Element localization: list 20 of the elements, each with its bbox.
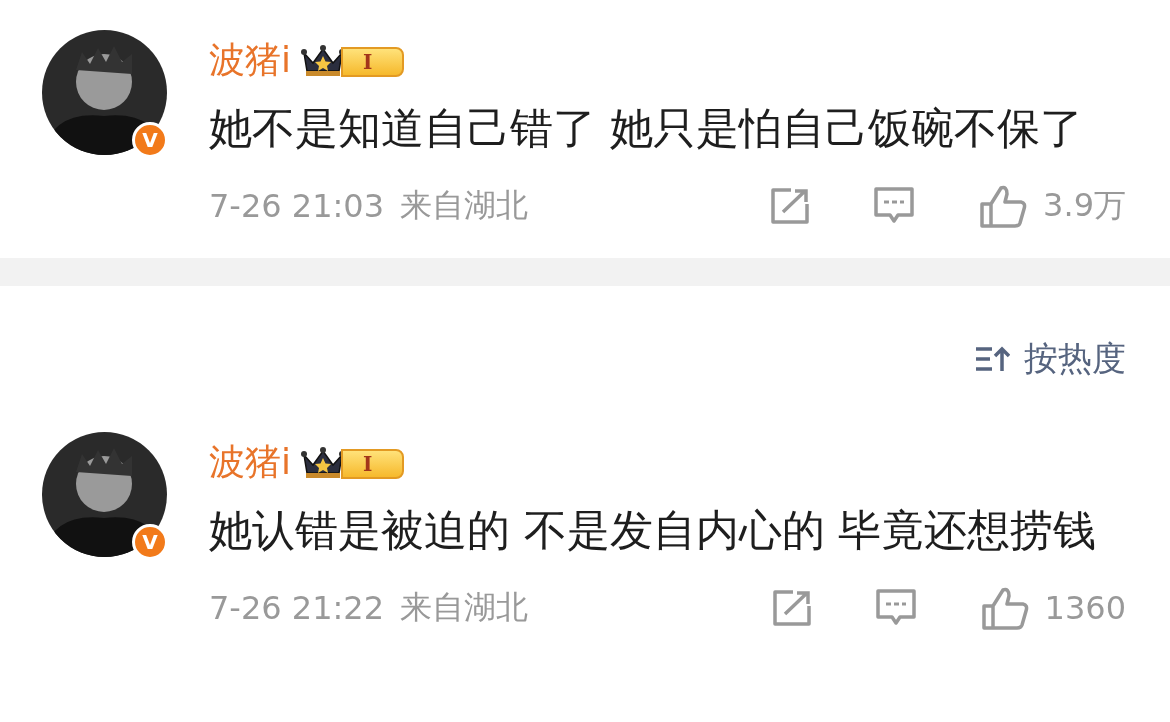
verified-badge: V	[132, 122, 168, 158]
comment-location: 来自湖北	[400, 185, 528, 226]
comment-icon[interactable]	[874, 589, 917, 627]
like-button[interactable]: 3.9万	[979, 184, 1126, 228]
username[interactable]: 波猪i	[209, 35, 291, 85]
share-icon[interactable]	[769, 188, 810, 224]
sort-button[interactable]: 按热度	[974, 336, 1126, 382]
comment-time: 7-26 21:22	[209, 589, 384, 627]
comment-text: 她不是知道自己错了 她只是怕自己饭碗不保了	[209, 102, 1084, 155]
username[interactable]: 波猪i	[209, 437, 291, 487]
comment-location: 来自湖北	[400, 587, 528, 628]
sort-icon	[974, 345, 1010, 373]
comment-time: 7-26 21:03	[209, 187, 384, 225]
comment-icon[interactable]	[873, 187, 916, 225]
thumbs-up-icon	[979, 184, 1028, 228]
like-button[interactable]: 1360	[980, 586, 1126, 630]
verified-badge: V	[132, 524, 168, 560]
thumbs-up-icon	[980, 586, 1029, 630]
share-icon[interactable]	[770, 590, 811, 626]
comment-text: 她认错是被迫的 不是发自内心的 毕竟还想捞钱	[209, 504, 1098, 557]
